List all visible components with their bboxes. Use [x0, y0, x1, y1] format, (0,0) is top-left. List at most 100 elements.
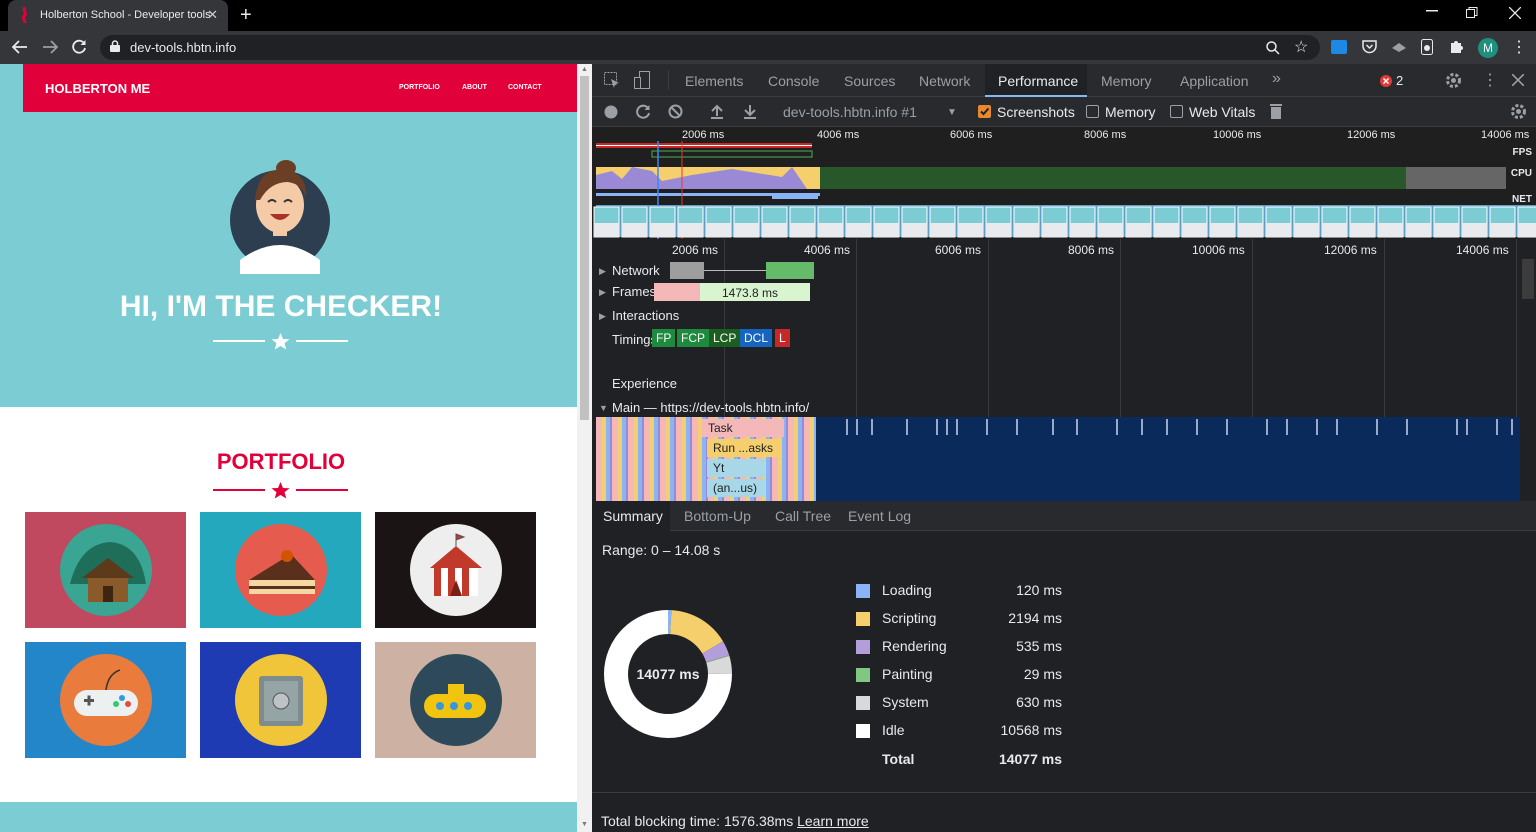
task-tick[interactable]	[1456, 419, 1458, 435]
portfolio-tile-controller[interactable]	[25, 642, 186, 758]
tab-call-tree[interactable]: Call Tree	[775, 508, 831, 524]
bookmark-star-icon[interactable]: ☆	[1294, 37, 1308, 57]
tab-bottom-up[interactable]: Bottom-Up	[684, 508, 751, 524]
forward-icon[interactable]	[42, 40, 58, 54]
task-tick[interactable]	[936, 419, 938, 435]
learn-more-link[interactable]: Learn more	[797, 813, 869, 829]
task-tick[interactable]	[1316, 419, 1318, 435]
pocket-icon[interactable]	[1362, 39, 1377, 54]
address-bar[interactable]: dev-tools.hbtn.info ☆	[100, 35, 1320, 60]
flame-run-tasks[interactable]: Run ...asks	[707, 439, 779, 457]
flame-yt[interactable]: Yt	[707, 459, 765, 477]
network-request-bar[interactable]	[766, 262, 814, 279]
nav-portfolio[interactable]: PORTFOLIO	[399, 84, 440, 91]
flame-task[interactable]: Task	[702, 419, 784, 437]
minimize-icon[interactable]	[1426, 10, 1438, 12]
profile-avatar[interactable]: M	[1478, 38, 1498, 58]
site-brand[interactable]: HOLBERTON ME	[45, 81, 150, 96]
tab-close-icon[interactable]: ✕	[207, 7, 218, 23]
task-tick[interactable]	[1076, 419, 1078, 435]
task-tick[interactable]	[986, 419, 988, 435]
task-tick[interactable]	[1376, 419, 1378, 435]
extension-phone-icon[interactable]	[1421, 39, 1433, 55]
task-tick[interactable]	[846, 419, 848, 435]
extensions-puzzle-icon[interactable]	[1449, 39, 1464, 54]
portfolio-tile-circus[interactable]	[375, 512, 536, 628]
more-tabs-icon[interactable]: »	[1272, 70, 1281, 88]
task-tick[interactable]	[1286, 419, 1288, 435]
timing-load[interactable]: L	[775, 329, 790, 347]
browser-tab[interactable]: Holberton School - Developer tools ✕	[8, 0, 228, 31]
recording-select-arrow-icon[interactable]: ▼	[947, 107, 957, 118]
reload-profile-icon[interactable]	[636, 104, 651, 119]
portfolio-tile-submarine[interactable]	[375, 642, 536, 758]
task-tick[interactable]	[871, 419, 873, 435]
nav-about[interactable]: ABOUT	[462, 84, 487, 91]
frame-duration[interactable]: 1473.8 ms	[700, 283, 810, 301]
task-tick[interactable]	[1496, 419, 1498, 435]
task-tick[interactable]	[856, 419, 858, 435]
flame-scrollbar[interactable]	[1522, 259, 1534, 299]
expand-network-icon[interactable]: ▶	[599, 266, 606, 277]
new-tab-button[interactable]: +	[240, 4, 252, 27]
memory-checkbox[interactable]	[1086, 105, 1099, 118]
portfolio-tile-safe[interactable]	[200, 642, 361, 758]
portfolio-tile-cake[interactable]	[200, 512, 361, 628]
task-tick[interactable]	[1052, 419, 1054, 435]
tab-console[interactable]: Console	[768, 73, 819, 89]
clear-icon[interactable]	[668, 104, 683, 119]
tab-event-log[interactable]: Event Log	[848, 508, 911, 524]
timing-lcp[interactable]: LCP	[709, 329, 741, 347]
task-tick[interactable]	[1141, 419, 1143, 435]
task-tick[interactable]	[1226, 419, 1228, 435]
browser-menu-icon[interactable]: ⋮	[1511, 37, 1527, 57]
web-vitals-checkbox[interactable]	[1170, 105, 1183, 118]
task-tick[interactable]	[1116, 419, 1118, 435]
nav-contact[interactable]: CONTACT	[508, 84, 542, 91]
tab-elements[interactable]: Elements	[685, 73, 743, 89]
task-tick[interactable]	[1336, 419, 1338, 435]
extension-screenshot-icon[interactable]	[1331, 40, 1347, 54]
capture-settings-icon[interactable]	[1510, 103, 1527, 120]
timing-fcp[interactable]: FCP	[677, 329, 709, 347]
inspect-element-icon[interactable]	[604, 72, 620, 88]
scroll-down-icon[interactable]: ▼	[581, 821, 588, 828]
tab-memory[interactable]: Memory	[1101, 73, 1152, 89]
restore-icon[interactable]	[1466, 7, 1478, 19]
save-profile-icon[interactable]	[743, 104, 757, 119]
settings-gear-icon[interactable]	[1445, 72, 1462, 89]
task-tick[interactable]	[1166, 419, 1168, 435]
task-tick[interactable]	[956, 419, 958, 435]
frame-block[interactable]	[654, 283, 700, 301]
devtools-menu-icon[interactable]: ⋮	[1482, 70, 1498, 90]
flame-chart[interactable]: 2006 ms 4006 ms 6006 ms 8006 ms 10006 ms…	[592, 239, 1536, 501]
portfolio-tile-cabin[interactable]	[25, 512, 186, 628]
recording-select[interactable]: dev-tools.hbtn.info #1	[783, 104, 917, 120]
devtools-close-icon[interactable]	[1512, 74, 1524, 86]
task-tick[interactable]	[1266, 419, 1268, 435]
task-tick[interactable]	[1016, 419, 1018, 435]
page-scrollbar[interactable]: ▲ ▼	[577, 64, 592, 832]
frames-track-label[interactable]: Frames	[612, 284, 656, 299]
scroll-up-icon[interactable]: ▲	[581, 66, 588, 73]
interactions-track-label[interactable]: Interactions	[612, 308, 679, 323]
screenshots-checkbox[interactable]	[978, 105, 991, 118]
zoom-search-icon[interactable]	[1266, 41, 1280, 55]
expand-frames-icon[interactable]: ▶	[599, 287, 606, 298]
garbage-collect-icon[interactable]	[1270, 103, 1282, 119]
network-track-label[interactable]: Network	[612, 263, 660, 278]
timing-dcl[interactable]: DCL	[740, 329, 773, 347]
network-request-bar[interactable]	[670, 262, 704, 279]
task-tick[interactable]	[906, 419, 908, 435]
back-icon[interactable]	[12, 40, 28, 54]
main-track-label[interactable]: Main — https://dev-tools.hbtn.info/	[612, 400, 809, 415]
task-tick[interactable]	[1511, 419, 1513, 435]
timeline-overview[interactable]: 2006 ms 4006 ms 6006 ms 8006 ms 10006 ms…	[592, 127, 1536, 239]
scrollbar-thumb[interactable]	[580, 76, 589, 420]
task-tick[interactable]	[1196, 419, 1198, 435]
task-tick[interactable]	[1406, 419, 1408, 435]
tab-network[interactable]: Network	[919, 73, 970, 89]
device-toolbar-icon[interactable]	[634, 71, 650, 89]
tab-application[interactable]: Application	[1180, 73, 1249, 89]
collapse-main-icon[interactable]: ▼	[599, 403, 608, 413]
